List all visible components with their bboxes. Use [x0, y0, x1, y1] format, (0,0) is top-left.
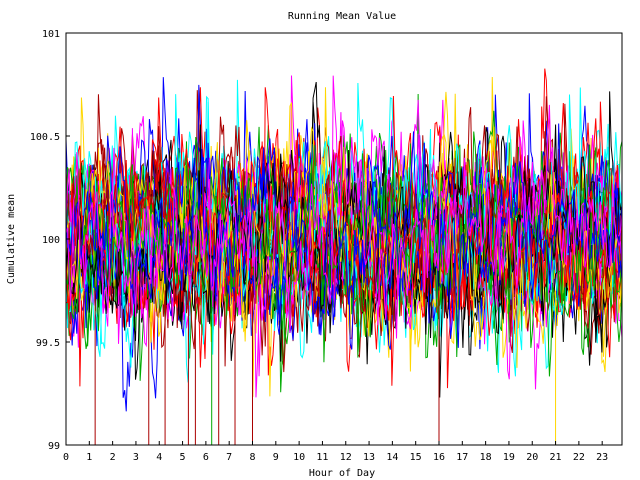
x-tick-label: 15 — [410, 452, 422, 463]
x-tick-label: 17 — [456, 452, 468, 463]
x-tick-label: 6 — [203, 452, 209, 463]
y-tick-label: 100 — [42, 235, 60, 246]
x-tick-label: 5 — [180, 452, 186, 463]
chart-title: Running Mean Value — [288, 11, 396, 22]
x-tick-label: 2 — [110, 452, 116, 463]
x-tick-label: 3 — [133, 452, 139, 463]
y-axis-ticks: 99 99.5 100 100.5 101 — [30, 29, 70, 452]
x-tick-label: 23 — [596, 452, 608, 463]
x-tick-label: 22 — [573, 452, 585, 463]
plot-area — [65, 68, 623, 445]
x-tick-label: 19 — [503, 452, 515, 463]
x-tick-label: 16 — [433, 452, 445, 463]
x-tick-label: 11 — [316, 452, 328, 463]
y-tick-label: 100.5 — [30, 132, 60, 143]
x-tick-label: 12 — [340, 452, 352, 463]
x-tick-label: 10 — [293, 452, 305, 463]
x-tick-label: 7 — [226, 452, 232, 463]
x-tick-label: 21 — [550, 452, 562, 463]
x-tick-label: 8 — [249, 452, 255, 463]
y-axis-label: Cumulative mean — [6, 194, 17, 284]
x-tick-label: 18 — [480, 452, 492, 463]
x-axis-label: Hour of Day — [309, 468, 375, 479]
x-tick-label: 0 — [63, 452, 69, 463]
x-tick-label: 1 — [86, 452, 92, 463]
x-tick-label: 14 — [386, 452, 398, 463]
running-mean-chart: Running Mean Value 0 1 2 3 4 5 6 7 8 9 10 11 12 13 14 1… — [6, 11, 623, 479]
y-tick-label: 101 — [42, 29, 60, 40]
series-layer — [65, 68, 623, 412]
x-tick-label: 20 — [526, 452, 538, 463]
x-axis-ticks: 0 1 2 3 4 5 6 7 8 9 10 11 12 13 14 15 16 17 18 19 20 21 22 23 — [63, 441, 608, 463]
x-tick-label: 9 — [273, 452, 279, 463]
x-tick-label: 13 — [363, 452, 375, 463]
y-tick-label: 99 — [48, 441, 60, 452]
y-tick-label: 99.5 — [36, 338, 60, 349]
x-tick-label: 4 — [156, 452, 162, 463]
